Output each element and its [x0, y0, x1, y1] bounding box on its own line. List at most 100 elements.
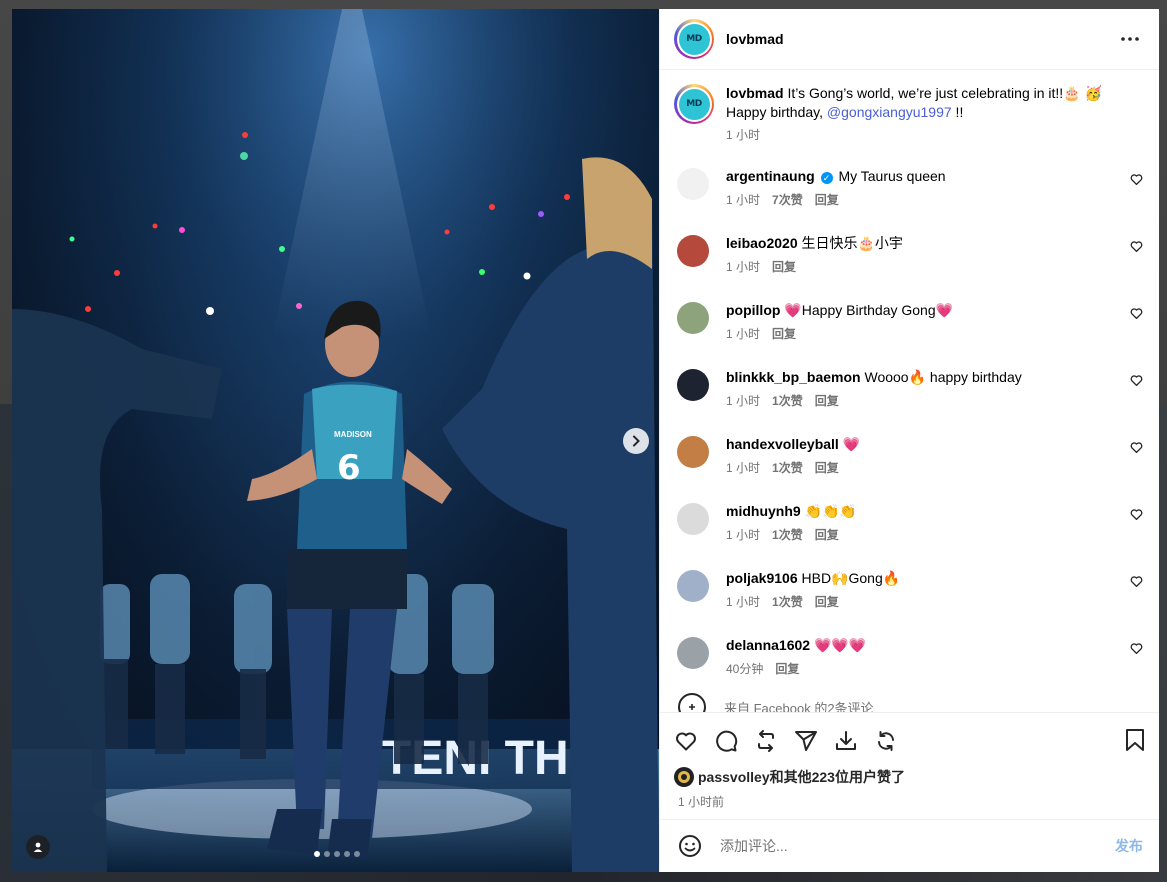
tagged-users-button[interactable] — [26, 835, 50, 859]
user-icon — [33, 842, 43, 852]
comment-like-button[interactable] — [1123, 167, 1143, 234]
commenter-avatar[interactable] — [677, 235, 709, 267]
comment-like-count[interactable]: 1次赞 — [772, 593, 803, 612]
comment-username[interactable]: leibao2020 — [726, 235, 798, 251]
sync-button[interactable] — [874, 725, 914, 757]
liker-logo-icon — [678, 771, 690, 783]
heart-icon — [1130, 174, 1143, 186]
commenter-avatar[interactable] — [677, 168, 709, 200]
brand-logo: MD — [678, 23, 710, 55]
jersey-sponsor: MADISON — [334, 430, 372, 439]
likes-summary[interactable]: passvolley和其他223位用户赞了 — [674, 767, 1147, 787]
comment-time: 1 小时 — [726, 394, 761, 408]
reply-button[interactable]: 回复 — [815, 526, 839, 545]
more-dots-icon — [1121, 37, 1139, 41]
save-button[interactable] — [1123, 728, 1147, 755]
comment-button[interactable] — [714, 725, 754, 757]
bookmark-icon — [1126, 728, 1144, 751]
repost-button[interactable] — [754, 725, 794, 757]
comment-like-button[interactable] — [1123, 636, 1143, 703]
comment-row: blinkkk_bp_baemon Woooo🔥 happy birthday … — [674, 368, 1143, 435]
post-caption: MD lovbmad It’s Gong’s world, we’re just… — [674, 84, 1143, 145]
reply-button[interactable]: 回复 — [772, 325, 796, 344]
next-photo-button[interactable] — [623, 428, 649, 454]
carousel-dot — [334, 851, 340, 857]
caption-mention-link[interactable]: @gongxiangyu1997 — [827, 104, 952, 120]
comment-text: 💗💗💗 — [813, 637, 867, 653]
heart-icon — [1130, 241, 1143, 253]
jersey-number: 6 — [337, 448, 361, 488]
reply-button[interactable]: 回复 — [815, 459, 839, 478]
commenter-avatar[interactable] — [677, 637, 709, 669]
reply-button[interactable]: 回复 — [815, 392, 839, 411]
heart-icon — [1130, 308, 1143, 320]
comment-row: delanna1602 💗💗💗 40分钟 回复 — [674, 636, 1143, 703]
comment-input[interactable] — [720, 838, 1115, 854]
post-side-panel: MD lovbmad MD lovbmad It’s Gong’s world,… — [659, 9, 1159, 872]
emoji-icon — [679, 835, 701, 857]
comment-username[interactable]: argentinaung — [726, 168, 815, 184]
post-media[interactable]: TENI THO 6 MADISON — [12, 9, 659, 872]
comments-list[interactable]: MD lovbmad It’s Gong’s world, we’re just… — [660, 70, 1159, 712]
heart-icon — [1130, 442, 1143, 454]
comment-username[interactable]: midhuynh9 — [726, 503, 801, 519]
comment-row: argentinaung ✓ My Taurus queen 1 小时 7次赞 … — [674, 167, 1143, 234]
commenter-avatar[interactable] — [677, 436, 709, 468]
chevron-right-icon — [633, 435, 640, 447]
comment-like-button[interactable] — [1123, 502, 1143, 569]
brand-logo: MD — [678, 88, 710, 120]
paper-plane-icon — [795, 731, 817, 751]
carousel-indicator — [314, 851, 360, 857]
post-modal: TENI THO 6 MADISON MD lovbmad MD lovbmad… — [12, 9, 1159, 872]
comment-like-count[interactable]: 1次赞 — [772, 526, 803, 545]
post-comment-button[interactable]: 发布 — [1115, 836, 1143, 856]
commenter-avatar[interactable] — [677, 503, 709, 535]
caption-avatar[interactable]: MD — [674, 84, 714, 124]
comment-like-count[interactable]: 1次赞 — [772, 459, 803, 478]
comment-username[interactable]: poljak9106 — [726, 570, 798, 586]
comment-like-button[interactable] — [1123, 234, 1143, 301]
comment-like-button[interactable] — [1123, 435, 1143, 502]
photo-scene: TENI THO 6 MADISON — [12, 9, 659, 872]
comment-time: 1 小时 — [726, 528, 761, 542]
reply-button[interactable]: 回复 — [815, 191, 839, 210]
heart-icon — [1130, 643, 1143, 655]
comment-icon — [716, 730, 738, 752]
caption-suffix: !! — [951, 104, 964, 120]
comment-like-button[interactable] — [1123, 569, 1143, 636]
comment-like-count[interactable]: 7次赞 — [772, 191, 803, 210]
liker-avatar[interactable] — [674, 767, 694, 787]
comment-like-button[interactable] — [1123, 368, 1143, 435]
post-timestamp: 1 小时前 — [678, 795, 725, 809]
comment-time: 1 小时 — [726, 595, 761, 609]
comment-username[interactable]: popillop — [726, 302, 780, 318]
comment-time: 1 小时 — [726, 260, 761, 274]
download-icon — [836, 731, 856, 750]
author-username[interactable]: lovbmad — [726, 31, 784, 47]
more-options-button[interactable] — [1115, 24, 1145, 54]
reply-button[interactable]: 回复 — [772, 258, 796, 277]
comment-time: 1 小时 — [726, 327, 761, 341]
comment-row: poljak9106 HBD🙌Gong🔥 1 小时 1次赞 回复 — [674, 569, 1143, 636]
commenter-avatar[interactable] — [677, 369, 709, 401]
caption-username[interactable]: lovbmad — [726, 85, 784, 101]
emoji-button[interactable] — [676, 832, 704, 860]
download-button[interactable] — [834, 725, 874, 757]
reply-button[interactable]: 回复 — [815, 593, 839, 612]
comment-text: 💗 — [842, 436, 861, 452]
comment-like-count[interactable]: 1次赞 — [772, 392, 803, 411]
like-button[interactable] — [674, 725, 714, 757]
comment-text: Woooo🔥 happy birthday — [864, 369, 1022, 385]
comment-row: midhuynh9 👏👏👏 1 小时 1次赞 回复 — [674, 502, 1143, 569]
comment-username[interactable]: delanna1602 — [726, 637, 810, 653]
commenter-avatar[interactable] — [677, 302, 709, 334]
add-comment-bar: 发布 — [660, 819, 1159, 872]
comment-username[interactable]: blinkkk_bp_baemon — [726, 369, 861, 385]
repost-icon — [758, 730, 774, 752]
comment-username[interactable]: handexvolleyball — [726, 436, 839, 452]
author-avatar[interactable]: MD — [674, 19, 714, 59]
commenter-avatar[interactable] — [677, 570, 709, 602]
comment-like-button[interactable] — [1123, 301, 1143, 368]
share-button[interactable] — [794, 725, 834, 757]
reply-button[interactable]: 回复 — [775, 660, 799, 679]
